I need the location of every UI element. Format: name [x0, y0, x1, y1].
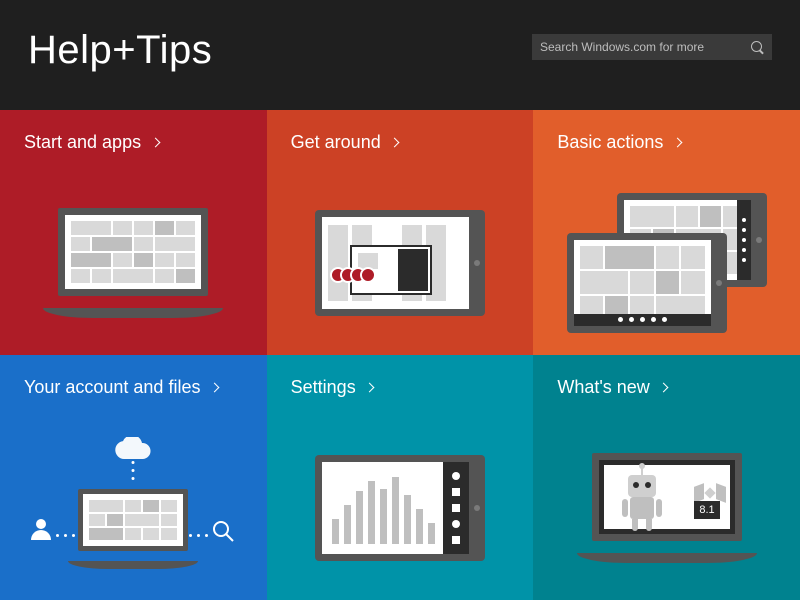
tile-title: Your account and files: [24, 377, 200, 398]
illustration-laptop-start: [0, 170, 267, 355]
tile-grid: Start and apps Get around: [0, 110, 800, 600]
chevron-right-icon: [209, 383, 219, 393]
tile-title: Basic actions: [557, 132, 663, 153]
header: Help+Tips: [0, 0, 800, 110]
tile-account-and-files[interactable]: Your account and files: [0, 355, 267, 600]
search-box[interactable]: [532, 34, 772, 60]
chevron-right-icon: [365, 383, 375, 393]
tile-title: Settings: [291, 377, 356, 398]
chevron-right-icon: [390, 138, 400, 148]
chevron-right-icon: [659, 383, 669, 393]
illustration-snap: [533, 170, 800, 355]
page-title: Help+Tips: [28, 28, 212, 73]
search-icon: [212, 520, 234, 547]
tile-settings[interactable]: Settings: [267, 355, 534, 600]
illustration-settings: [267, 415, 534, 600]
chevron-right-icon: [672, 138, 682, 148]
tile-title: Start and apps: [24, 132, 141, 153]
illustration-whats-new: 8.1: [533, 415, 800, 600]
tile-title: What's new: [557, 377, 649, 398]
version-badge: 8.1: [694, 501, 719, 519]
illustration-swipe: [267, 170, 534, 355]
person-icon: [30, 518, 52, 545]
tile-start-and-apps[interactable]: Start and apps: [0, 110, 267, 355]
illustration-account: [0, 415, 267, 600]
chevron-right-icon: [150, 138, 160, 148]
search-icon[interactable]: [751, 41, 764, 54]
cloud-icon: [115, 437, 151, 464]
tile-title: Get around: [291, 132, 381, 153]
tile-get-around[interactable]: Get around: [267, 110, 534, 355]
tile-basic-actions[interactable]: Basic actions: [533, 110, 800, 355]
search-input[interactable]: [540, 40, 751, 54]
tile-whats-new[interactable]: What's new 8.1: [533, 355, 800, 600]
